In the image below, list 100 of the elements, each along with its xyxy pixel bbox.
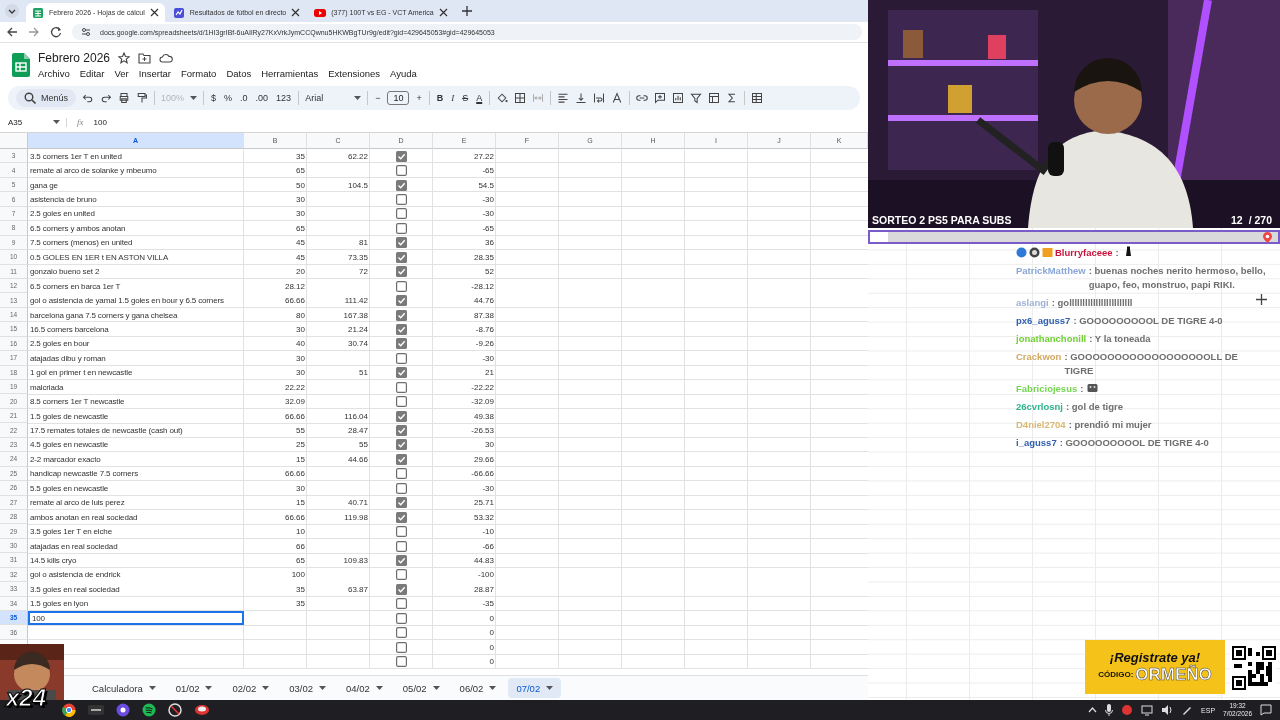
checkbox[interactable] — [396, 309, 407, 321]
checkbox[interactable] — [396, 208, 407, 220]
link-icon[interactable] — [636, 92, 649, 104]
network-icon[interactable] — [1141, 704, 1154, 716]
sheet-tab[interactable]: 07/02 — [508, 678, 562, 698]
sheet-tab[interactable]: 03/02 — [281, 678, 335, 698]
paint-bucket-icon[interactable] — [496, 92, 509, 104]
sheet-tab[interactable]: 06/02 — [451, 678, 505, 698]
sheet-tab[interactable]: 02/02 — [224, 678, 278, 698]
star-icon[interactable] — [118, 51, 131, 64]
checkbox[interactable] — [396, 453, 407, 465]
checkbox[interactable] — [396, 266, 407, 278]
format-button[interactable]: % — [223, 93, 234, 103]
close-icon[interactable] — [291, 8, 301, 17]
menu-item[interactable]: Extensiones — [328, 67, 380, 79]
forward-icon[interactable] — [28, 26, 40, 38]
back-icon[interactable] — [6, 26, 18, 38]
font-size-field[interactable]: 10 — [387, 91, 410, 105]
undo-icon[interactable] — [82, 92, 94, 104]
menu-item[interactable]: Ver — [114, 67, 129, 79]
chevron-up-icon[interactable] — [1088, 707, 1098, 713]
browser-icon[interactable] — [62, 703, 76, 717]
checkbox[interactable] — [396, 251, 407, 263]
checkbox[interactable] — [396, 554, 407, 566]
app-icon[interactable] — [116, 703, 130, 717]
italic-button[interactable]: I — [450, 93, 456, 103]
bold-button[interactable]: B — [435, 93, 445, 103]
app-icon[interactable] — [194, 703, 210, 717]
document-title[interactable]: Febrero 2026 — [38, 50, 111, 65]
name-box[interactable]: A35 — [8, 117, 67, 127]
menu-item[interactable]: Insertar — [138, 67, 171, 79]
checkbox[interactable] — [396, 540, 407, 552]
formula-field[interactable]: 100 — [93, 117, 107, 127]
app-icon[interactable] — [88, 705, 104, 715]
checkbox[interactable] — [396, 497, 407, 509]
checkbox[interactable] — [396, 179, 407, 191]
checkbox[interactable] — [396, 396, 407, 408]
format-button[interactable]: .00 — [254, 93, 270, 103]
checkbox[interactable] — [396, 526, 407, 538]
checkbox[interactable] — [396, 511, 407, 523]
checkbox[interactable] — [396, 468, 407, 480]
increase-size-button[interactable]: + — [415, 93, 423, 103]
sheet-tab[interactable]: 01/02 — [167, 678, 221, 698]
borders-icon[interactable] — [514, 92, 527, 104]
rotate-text-icon[interactable] — [611, 92, 624, 104]
plus-icon[interactable] — [1256, 294, 1267, 305]
checkbox[interactable] — [396, 410, 407, 422]
format-button[interactable]: $ — [210, 93, 218, 103]
cell-editor[interactable]: 100 — [28, 611, 244, 626]
checkbox[interactable] — [396, 439, 407, 451]
menu-item[interactable]: Datos — [226, 67, 252, 79]
format-button[interactable]: .0 — [239, 93, 249, 103]
checkbox[interactable] — [396, 612, 407, 624]
menu-item[interactable]: Archivo — [38, 67, 70, 79]
close-icon[interactable] — [149, 8, 159, 17]
checkbox[interactable] — [396, 656, 407, 668]
checkbox[interactable] — [396, 280, 407, 292]
table-icon[interactable] — [751, 92, 764, 104]
comment-icon[interactable] — [654, 92, 667, 104]
format-button[interactable]: 123 — [275, 93, 293, 103]
print-icon[interactable] — [118, 92, 130, 104]
pen-icon[interactable] — [1181, 704, 1194, 716]
checkbox[interactable] — [396, 352, 407, 364]
checkbox[interactable] — [396, 482, 407, 494]
tab-search-icon[interactable] — [4, 3, 20, 19]
reload-icon[interactable] — [50, 26, 62, 38]
chart-icon[interactable] — [672, 92, 685, 104]
checkbox[interactable] — [396, 425, 407, 437]
checkbox[interactable] — [396, 295, 407, 307]
checkbox[interactable] — [396, 150, 407, 162]
paint-roller-icon[interactable] — [136, 92, 148, 104]
sheet-tab[interactable]: 04/02 — [338, 678, 391, 698]
new-tab-icon[interactable] — [461, 6, 472, 16]
redo-icon[interactable] — [100, 92, 112, 104]
checkbox[interactable] — [396, 338, 407, 350]
app-icon[interactable] — [168, 703, 182, 717]
function-table-icon[interactable] — [708, 92, 721, 104]
notification-icon[interactable] — [1260, 704, 1272, 716]
menu-search-field[interactable]: Menús — [16, 89, 76, 107]
checkbox[interactable] — [396, 381, 407, 393]
menu-item[interactable]: Herramientas — [261, 67, 319, 79]
close-icon[interactable] — [438, 8, 448, 17]
speaker-icon[interactable] — [1161, 704, 1174, 716]
sheet-tab[interactable]: Calculadora — [84, 678, 164, 698]
text-wrap-icon[interactable] — [593, 92, 606, 104]
filter-icon[interactable] — [690, 92, 703, 104]
checkbox[interactable] — [396, 367, 407, 379]
microphone-icon[interactable] — [1105, 704, 1114, 716]
align-left-icon[interactable] — [557, 92, 570, 104]
decrease-size-button[interactable]: − — [374, 93, 382, 103]
checkbox[interactable] — [396, 598, 407, 610]
menu-item[interactable]: Formato — [181, 67, 217, 79]
strikethrough-button[interactable]: S — [461, 93, 470, 103]
text-color-button[interactable]: A — [475, 93, 484, 103]
checkbox[interactable] — [396, 237, 407, 249]
menu-item[interactable]: Ayuda — [390, 67, 417, 79]
checkbox[interactable] — [396, 583, 407, 595]
align-bottom-icon[interactable] — [575, 92, 588, 104]
music-app-icon[interactable] — [142, 703, 156, 717]
sheet-tab[interactable]: 05/02 — [394, 678, 448, 698]
